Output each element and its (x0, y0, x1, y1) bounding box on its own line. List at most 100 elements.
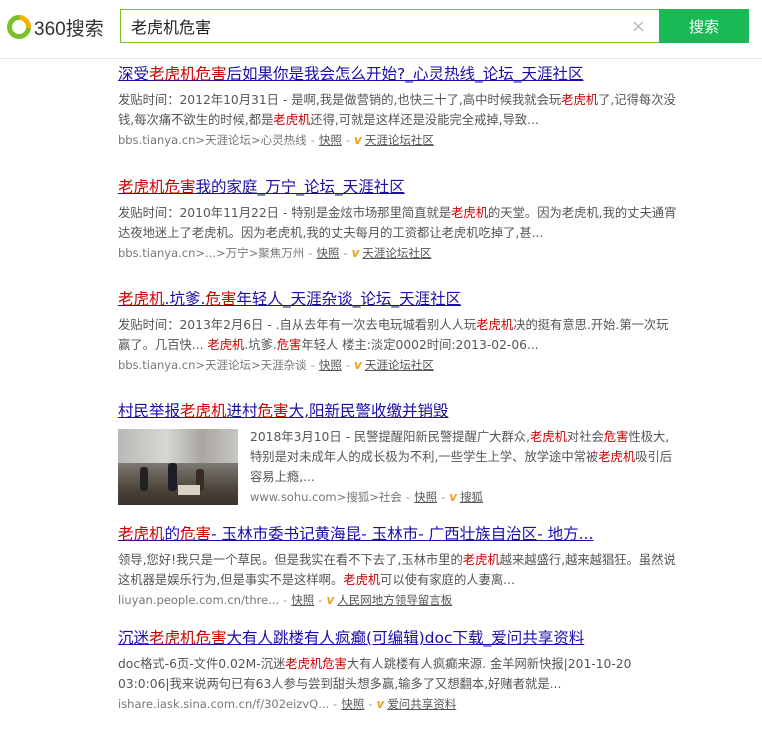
result-title-link[interactable]: 沉迷老虎机危害大有人跳楼有人疯癫(可编辑)doc下载_爱问共享资料 (118, 626, 678, 650)
separator: - (441, 490, 446, 504)
snapshot-link[interactable]: 快照 (414, 490, 437, 504)
result-title-link[interactable]: 老虎机危害我的家庭_万宁_论坛_天涯社区 (118, 175, 678, 199)
snippet-text: doc格式-6页-文件0.02M-沉迷 (118, 657, 286, 671)
snapshot-link[interactable]: 快照 (319, 358, 342, 372)
result-with-thumbnail: 2018年3月10日 - 民警提醒阳新民警提醒广大群众,老虎机对社会危害性极大,… (118, 423, 678, 507)
title-text: 沉迷 (118, 629, 150, 647)
search-result: 老虎机的危害- 玉林市委书记黄海昆- 玉林市- 广西壮族自治区- 地方... 领导… (118, 522, 678, 626)
verified-v-icon: v (354, 358, 362, 372)
search-result: 村民举报老虎机进村危害大,阳新民警收缴并销毁 2018年3月10日 - 民警提醒阳… (118, 399, 678, 522)
verified-v-icon: v (351, 246, 360, 260)
search-input[interactable] (121, 10, 611, 42)
highlight-term: 老虎机 (180, 402, 227, 420)
result-url[interactable]: liuyan.people.com.cn/thre... (118, 593, 279, 607)
logo-text: 360搜索 (34, 18, 104, 40)
result-url[interactable]: ishare.iask.sina.com.cn/f/302eizvQ... (118, 697, 329, 711)
result-title-link[interactable]: 老虎机.坑爹.危害年轻人_天涯杂谈_论坛_天涯社区 (118, 287, 678, 311)
highlight-term: 老虎机 (343, 573, 381, 587)
result-url[interactable]: bbs.tianya.cn>天涯论坛>心灵热线 (118, 133, 307, 147)
highlight-term: 老虎机危害 (118, 178, 196, 196)
logo-ring-icon (2, 10, 36, 44)
result-url[interactable]: bbs.tianya.cn>天涯论坛>天涯杂谈 (118, 358, 307, 372)
logo[interactable]: 360搜索 (2, 10, 104, 44)
result-title-link[interactable]: 老虎机的危害- 玉林市委书记黄海昆- 玉林市- 广西壮族自治区- 地方... (118, 522, 678, 546)
result-snippet: 领导,您好!我只是一个草民。但是我实在看不下去了,玉林市里的老虎机越来越盛行,越… (118, 550, 678, 590)
highlight-term: 老虎机 (451, 206, 488, 220)
highlight-term: 老虎机 (476, 318, 514, 332)
snapshot-link[interactable]: 快照 (291, 593, 314, 607)
snippet-text: .坑爹. (244, 338, 277, 352)
highlight-term: 老虎机 (118, 290, 165, 308)
result-meta: bbs.tianya.cn>天涯论坛>天涯杂谈 - 快照 - v 天涯论坛社区 (118, 355, 678, 375)
search-button[interactable]: 搜索 (659, 9, 749, 43)
title-text: 大,阳新民警收缴并销毁 (288, 402, 449, 420)
source-link[interactable]: 搜狐 (460, 490, 483, 504)
snippet-text: 领导,您好!我只是一个草民。但是我实在看不下去了,玉林市里的 (118, 553, 463, 567)
title-text: 大有人跳楼有人疯癫(可编辑)doc下载_爱问共享资料 (226, 629, 585, 647)
separator: - (345, 358, 350, 372)
separator: - (345, 133, 350, 147)
result-url[interactable]: bbs.tianya.cn>...>万宁>聚焦万州 (118, 246, 304, 260)
highlight-term: 危害 (276, 338, 302, 352)
highlight-term: 危害 (257, 402, 289, 420)
snippet-text: 可以使有家庭的人妻离... (380, 573, 515, 587)
snapshot-link[interactable]: 快照 (316, 246, 339, 260)
snippet-text: 对社会 (566, 430, 604, 444)
result-snippet: 发贴时间：2012年10月31日 - 是啊,我是做营销的,也快三十了,高中时候我… (118, 90, 678, 130)
result-meta: bbs.tianya.cn>...>万宁>聚焦万州 - 快照 - v 天涯论坛社区 (118, 243, 678, 263)
snippet-text: 2018年3月10日 - 民警提醒阳新民警提醒广大群众, (250, 430, 530, 444)
source-link[interactable]: 天涯论坛社区 (362, 246, 431, 260)
separator: - (333, 697, 338, 711)
highlight-term: 危害 (603, 430, 629, 444)
verified-v-icon: v (449, 490, 458, 504)
result-url[interactable]: www.sohu.com>搜狐>社会 (250, 490, 402, 504)
clear-icon[interactable]: × (631, 16, 646, 37)
result-meta: ishare.iask.sina.com.cn/f/302eizvQ... - 快照… (118, 694, 678, 714)
verified-v-icon: v (354, 133, 362, 147)
result-title-link[interactable]: 村民举报老虎机进村危害大,阳新民警收缴并销毁 (118, 399, 678, 423)
snippet-text: 还得,可就是这样还是没能完全戒掉,导致... (310, 113, 539, 127)
separator: - (310, 133, 315, 147)
result-snippet: 2018年3月10日 - 民警提醒阳新民警提醒广大群众,老虎机对社会危害性极大,… (250, 427, 676, 487)
result-meta: liuyan.people.com.cn/thre... - 快照 - v 人民网地方领导… (118, 590, 678, 610)
verified-v-icon: v (376, 697, 385, 711)
separator: - (343, 246, 348, 260)
result-snippet: doc格式-6页-文件0.02M-沉迷老虎机危害大有人跳楼有人疯癫来源. 金羊网… (118, 654, 678, 694)
highlight-term: 老虎机危害 (149, 65, 227, 83)
snapshot-link[interactable]: 快照 (319, 133, 342, 147)
source-link[interactable]: 爱问共享资料 (387, 697, 456, 711)
verified-v-icon: v (326, 593, 335, 607)
title-text: 村民举报 (118, 402, 181, 420)
result-thumbnail-image[interactable] (118, 429, 238, 505)
source-link[interactable]: 天涯论坛社区 (365, 358, 434, 372)
separator: - (405, 490, 411, 504)
result-meta: www.sohu.com>搜狐>社会 - 快照 - v 搜狐 (250, 487, 676, 507)
highlight-term: 危害 (205, 290, 237, 308)
result-title-link[interactable]: 深受老虎机危害后如果你是我会怎么开始?_心灵热线_论坛_天涯社区 (118, 62, 678, 86)
source-link[interactable]: 人民网地方领导留言板 (337, 593, 452, 607)
highlight-term: 老虎机危害 (149, 629, 227, 647)
separator: - (283, 593, 288, 607)
search-box: × (120, 9, 660, 43)
separator: - (318, 593, 323, 607)
snippet-text: 年轻人 楼主:淡定0002时间:2013-02-06... (301, 338, 539, 352)
search-result: 老虎机.坑爹.危害年轻人_天涯杂谈_论坛_天涯社区 发贴时间：2013年2月6日 … (118, 287, 678, 399)
title-text: 年轻人_天涯杂谈_论坛_天涯社区 (236, 290, 462, 308)
source-link[interactable]: 天涯论坛社区 (365, 133, 434, 147)
snapshot-link[interactable]: 快照 (341, 697, 364, 711)
highlight-term: 老虎机危害 (285, 657, 347, 671)
search-header: 360搜索 × 搜索 (0, 0, 762, 59)
snippet-text: 发贴时间：2010年11月22日 - 特别是金炫市场那里简直就是 (118, 206, 452, 220)
highlight-term: 危害 (180, 525, 212, 543)
highlight-term: 老虎机 (598, 450, 636, 464)
highlight-term: 老虎机 (118, 525, 165, 543)
title-text: 进村 (226, 402, 258, 420)
result-meta: bbs.tianya.cn>天涯论坛>心灵热线 - 快照 - v 天涯论坛社区 (118, 130, 678, 150)
result-snippet: 发贴时间：2013年2月6日 - .自从去年有一次去电玩城看别人人玩老虎机决的挺… (118, 315, 678, 355)
search-result: 沉迷老虎机危害大有人跳楼有人疯癫(可编辑)doc下载_爱问共享资料 doc格式-6… (118, 626, 678, 736)
search-result: 深受老虎机危害后如果你是我会怎么开始?_心灵热线_论坛_天涯社区发贴时间：201… (118, 62, 678, 175)
title-text: .坑爹. (164, 290, 206, 308)
snippet-text: 发贴时间：2012年10月31日 - 是啊,我是做营销的,也快三十了,高中时候我… (118, 93, 562, 107)
highlight-term: 老虎机 (462, 553, 500, 567)
title-text: 后如果你是我会怎么开始?_心灵热线_论坛_天涯社区 (226, 65, 584, 83)
